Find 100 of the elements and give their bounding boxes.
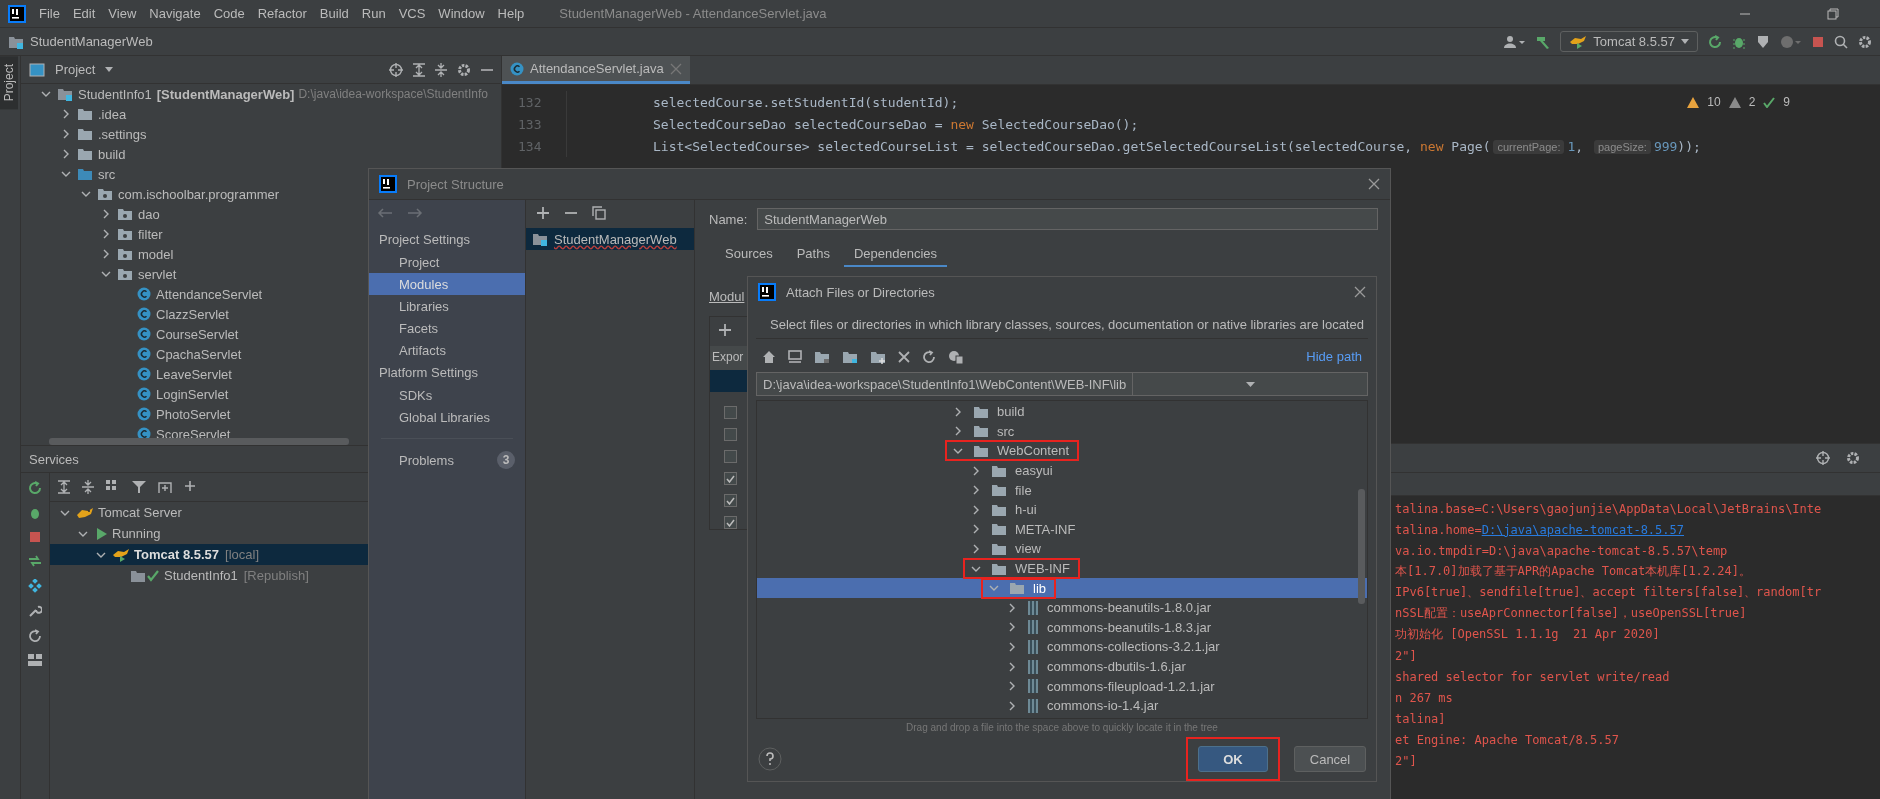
menu-item[interactable]: View [108, 6, 137, 21]
settings-tab[interactable]: Dependencies [843, 242, 948, 267]
collapse-all-icon[interactable] [435, 62, 447, 77]
settings-tab[interactable]: Paths [786, 242, 840, 267]
panel-title[interactable]: Services [29, 451, 79, 467]
chevron-right-icon[interactable] [1007, 661, 1017, 672]
add-icon[interactable] [184, 480, 198, 494]
tree-row[interactable]: Tomcat Server [50, 502, 368, 523]
settings-nav-item[interactable]: Project [369, 251, 525, 273]
module-item[interactable]: StudentManagerWeb [526, 228, 694, 250]
scrollbar[interactable] [49, 438, 349, 445]
menu-item[interactable]: Refactor [257, 6, 307, 21]
wrench-icon[interactable] [28, 604, 42, 618]
collapse-all-icon[interactable] [82, 480, 94, 494]
menu-item[interactable]: Navigate [149, 6, 201, 21]
tree-row[interactable]: Running [50, 523, 368, 544]
home-icon[interactable] [762, 349, 776, 364]
tree-item-label[interactable]: com.ischoolbar.programmer [118, 186, 280, 202]
add-icon[interactable] [536, 206, 550, 220]
tree-item-label[interactable]: LoginServlet [156, 386, 229, 402]
tree-item-label[interactable]: CpachaServlet [156, 346, 242, 362]
settings-nav-item[interactable]: Problems [399, 452, 497, 468]
close-icon[interactable] [1368, 178, 1380, 190]
help-icon[interactable] [758, 747, 782, 771]
tree-row[interactable]: StudentInfo1 [Republish] [50, 565, 368, 586]
tree-item-label[interactable]: filter [138, 226, 163, 242]
chevron-down-icon[interactable] [41, 89, 51, 99]
tree-item-label[interactable]: dao [138, 206, 160, 222]
settings-icon[interactable] [1846, 451, 1860, 465]
tree-item-label[interactable]: build [98, 146, 126, 162]
menu-item[interactable]: File [39, 6, 60, 21]
chevron-right-icon[interactable] [101, 229, 111, 239]
tree-row[interactable]: src [757, 421, 1367, 442]
tree-row[interactable]: h-ui [757, 499, 1367, 520]
chevron-right-icon[interactable] [1007, 641, 1017, 652]
expand-all-icon[interactable] [58, 480, 70, 494]
menu-item[interactable]: Window [438, 6, 485, 21]
shield-icon[interactable] [1756, 34, 1770, 49]
path-field[interactable]: D:\java\idea-workspace\StudentInfo1\WebContent\WEB-INF\lib [756, 372, 1368, 396]
tree-item-label[interactable]: ScoreServlet [156, 426, 231, 438]
chevron-down-icon[interactable] [953, 446, 963, 456]
chevron-right-icon[interactable] [1007, 622, 1017, 633]
inspection-count[interactable]: 10 [1707, 95, 1721, 109]
tree-item-label[interactable]: StudentInfo1 [78, 86, 152, 102]
chevron-right-icon[interactable] [953, 426, 963, 437]
close-icon[interactable] [1354, 286, 1366, 298]
filter-icon[interactable] [132, 480, 146, 494]
search-icon[interactable] [1834, 34, 1848, 49]
chevron-right-icon[interactable] [101, 209, 111, 219]
tree-row[interactable]: file [757, 480, 1367, 500]
chevron-right-icon[interactable] [1007, 700, 1017, 711]
tool-window-tab[interactable]: Project [0, 56, 18, 110]
chevron-right-icon[interactable] [1007, 681, 1017, 692]
menu-item[interactable]: Run [361, 6, 386, 21]
chevron-right-icon[interactable] [971, 543, 981, 554]
editor-tab[interactable]: AttendanceServlet.java [502, 56, 690, 84]
locate-icon[interactable] [389, 62, 403, 77]
tree-item-label[interactable]: CourseServlet [156, 326, 239, 342]
chevron-right-icon[interactable] [953, 406, 963, 417]
checkbox[interactable] [724, 472, 737, 485]
copy-icon[interactable] [592, 206, 606, 220]
settings-nav-item[interactable]: SDKs [369, 384, 525, 406]
tree-row[interactable]: WebContent [757, 441, 1367, 461]
new-folder-icon[interactable] [870, 349, 886, 364]
tree-item-label[interactable]: .settings [98, 126, 147, 142]
column-header[interactable]: Expor [710, 346, 748, 370]
tree-row[interactable]: commons-fileupload-1.2.1.jar [757, 676, 1367, 696]
stop-icon[interactable] [1812, 35, 1824, 48]
inspection-count[interactable]: 2 [1748, 95, 1756, 109]
menu-item[interactable]: VCS [398, 6, 426, 21]
cancel-button[interactable]: Cancel [1294, 746, 1366, 772]
chevron-right-icon[interactable] [971, 524, 981, 535]
chevron-down-icon[interactable] [81, 189, 91, 199]
tree-item-label[interactable]: model [138, 246, 174, 262]
rerun-icon[interactable] [28, 481, 42, 495]
delete-icon[interactable] [898, 350, 910, 363]
settings-nav-item[interactable]: Global Libraries [369, 406, 525, 428]
locate-icon[interactable] [1816, 451, 1830, 465]
deploy-icon[interactable] [28, 554, 42, 568]
settings-nav-item[interactable]: Artifacts [369, 339, 525, 361]
panel-title[interactable]: Project [55, 62, 96, 77]
rerun-icon[interactable] [1708, 34, 1722, 49]
tree-row[interactable]: commons-collections-3.2.1.jar [757, 637, 1367, 657]
caret-icon[interactable] [105, 67, 114, 72]
tree-row[interactable]: Tomcat 8.5.57 [local] [50, 544, 368, 565]
tree-row[interactable]: easyui [757, 460, 1367, 481]
tree-item-label[interactable]: LeaveServlet [156, 366, 232, 382]
tree-row[interactable]: commons-dbutils-1.6.jar [757, 656, 1367, 677]
tree-item-label[interactable]: PhotoServlet [156, 406, 231, 422]
hammer-icon[interactable] [1536, 34, 1551, 49]
tree-row[interactable]: lib [757, 578, 1367, 598]
ok-button[interactable]: OK [1198, 746, 1268, 772]
console-link[interactable]: D:\java\apache-tomcat-8.5.57 [1481, 522, 1684, 537]
settings-tab[interactable]: Sources [715, 242, 783, 267]
chevron-right-icon[interactable] [971, 465, 981, 476]
tree-item-label[interactable]: AttendanceServlet [156, 286, 263, 302]
name-field[interactable]: StudentManagerWeb [757, 208, 1378, 230]
tree-item-label[interactable]: src [98, 166, 116, 182]
tree-row[interactable]: build [757, 402, 1367, 422]
new-tab-icon[interactable] [158, 480, 172, 494]
